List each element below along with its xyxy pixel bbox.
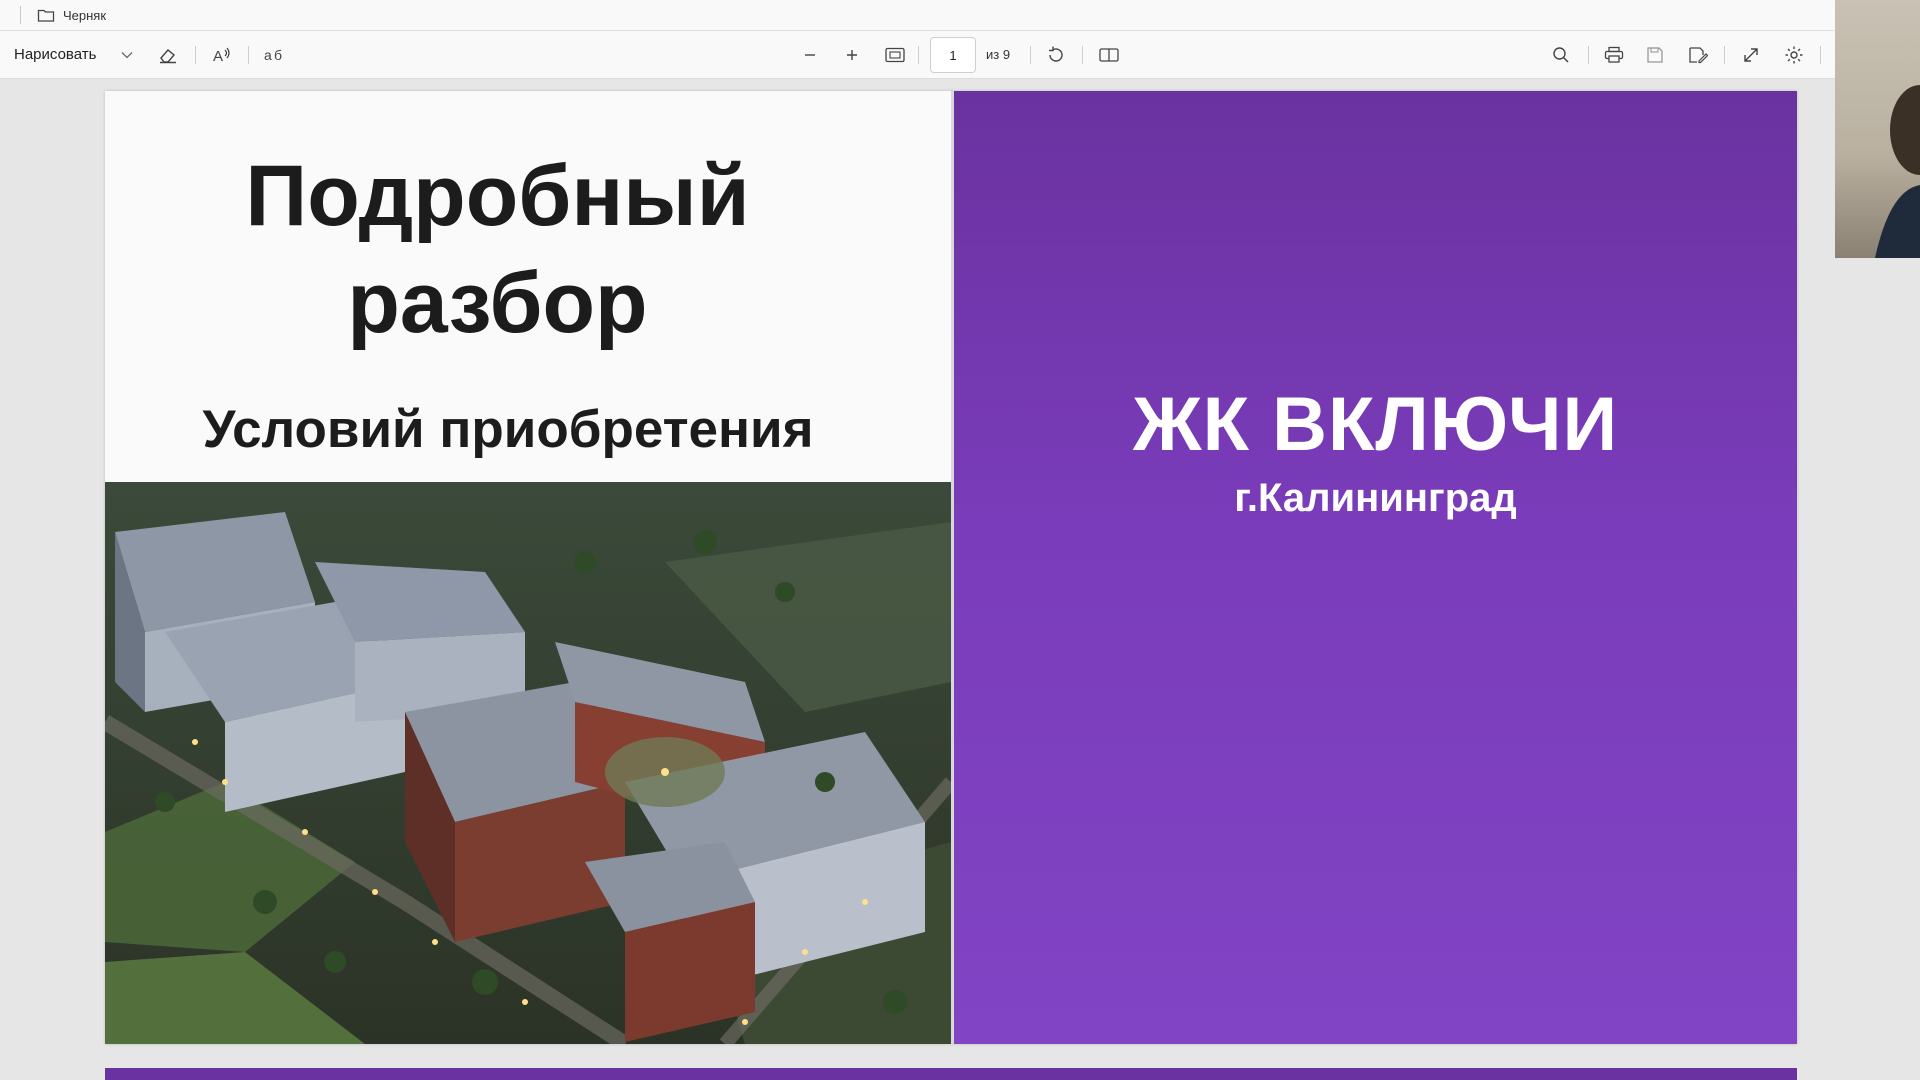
- draw-dropdown[interactable]: [118, 31, 136, 78]
- svg-text:a: a: [264, 47, 272, 63]
- toolbar-separator: [1820, 46, 1821, 64]
- print-icon: [1604, 46, 1624, 63]
- person-silhouette: [1875, 85, 1920, 258]
- page-current: 1: [949, 47, 957, 63]
- settings-button[interactable]: [1782, 31, 1806, 78]
- webcam-overlay: [1835, 0, 1920, 258]
- page-view-button[interactable]: [1098, 31, 1120, 78]
- zoom-out-button[interactable]: [800, 31, 820, 78]
- save-button[interactable]: [1644, 31, 1666, 78]
- title-bar: Черняк: [0, 0, 1835, 31]
- svg-text:б: б: [274, 47, 282, 63]
- draw-button[interactable]: Нарисовать: [14, 31, 96, 78]
- slide-right-pane: ЖК ВКЛЮЧИ г.Калининград: [954, 91, 1797, 1044]
- pdf-toolbar: Нарисовать A a б 1 из 9: [0, 31, 1835, 79]
- city-name: г.Калининград: [1234, 476, 1517, 520]
- aerial-buildings-illustration: [105, 482, 951, 1044]
- toolbar-separator: [248, 46, 249, 64]
- fit-page-button[interactable]: [884, 31, 906, 78]
- save-as-button[interactable]: [1686, 31, 1710, 78]
- rotate-button[interactable]: [1044, 31, 1068, 78]
- folder-breadcrumb[interactable]: Черняк: [37, 7, 106, 23]
- toolbar-separator: [1724, 46, 1725, 64]
- translate-icon: a б: [264, 47, 282, 63]
- pdf-page-2-edge: [105, 1068, 1797, 1080]
- page-view-icon: [1099, 47, 1119, 62]
- toolbar-separator: [195, 46, 196, 64]
- toolbar-separator: [1082, 46, 1083, 64]
- chevron-down-icon: [121, 51, 133, 58]
- fullscreen-button[interactable]: [1740, 31, 1762, 78]
- zoom-out-icon: [805, 53, 815, 56]
- pdf-page-1: Подробный разбор Условий приобретения ЖК…: [105, 91, 1797, 1044]
- toolbar-separator: [918, 46, 919, 64]
- slide-title-line-1: Подробный: [245, 148, 750, 244]
- slide-title-line-2: разбор: [347, 255, 648, 351]
- read-aloud-icon: A: [213, 47, 230, 64]
- draw-label: Нарисовать: [14, 46, 97, 63]
- settings-icon: [1785, 46, 1803, 63]
- zoom-in-button[interactable]: [842, 31, 862, 78]
- residential-complex-photo: [105, 482, 951, 1044]
- folder-name: Черняк: [63, 7, 107, 23]
- svg-text:A: A: [213, 48, 223, 64]
- search-icon: [1553, 46, 1569, 63]
- slide-left-pane: Подробный разбор Условий приобретения: [105, 91, 951, 1044]
- page-total: из 9: [986, 47, 1011, 62]
- save-as-icon: [1689, 46, 1708, 63]
- folder-icon: [37, 9, 55, 22]
- print-button[interactable]: [1602, 31, 1626, 78]
- complex-name: ЖК ВКЛЮЧИ: [1132, 382, 1619, 467]
- eraser-icon: [160, 48, 176, 63]
- toolbar-separator: [1588, 46, 1589, 64]
- eraser-button[interactable]: [156, 31, 180, 78]
- page-number-input[interactable]: 1: [930, 37, 976, 73]
- search-button[interactable]: [1550, 31, 1572, 78]
- fullscreen-icon: [1744, 47, 1758, 62]
- slide-subtitle: Условий приобретения: [202, 400, 814, 459]
- toolbar-separator: [1030, 46, 1031, 64]
- zoom-in-icon: [847, 49, 857, 60]
- save-icon: [1647, 46, 1663, 63]
- translate-button[interactable]: a б: [262, 31, 288, 78]
- read-aloud-button[interactable]: A: [210, 31, 234, 78]
- title-separator: [20, 6, 21, 24]
- fit-page-icon: [885, 47, 905, 62]
- slide-title: Подробный разбор: [105, 143, 890, 357]
- rotate-icon: [1049, 46, 1063, 62]
- document-viewer[interactable]: Подробный разбор Условий приобретения ЖК…: [0, 79, 1835, 1080]
